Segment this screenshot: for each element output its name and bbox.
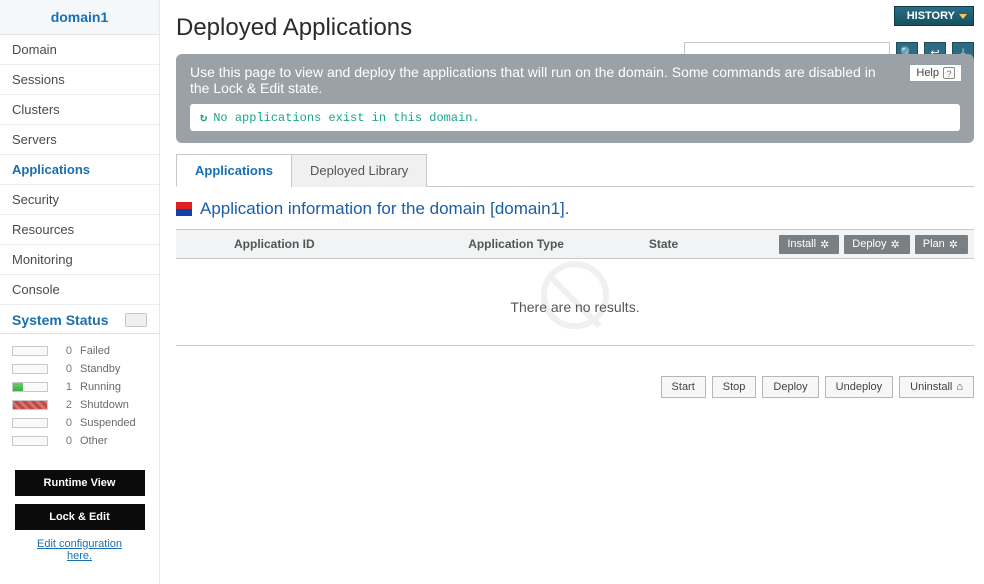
empty-text: There are no results. [510, 299, 639, 315]
gear-icon: ✲ [820, 238, 829, 251]
sidebar-item-monitoring[interactable]: Monitoring [0, 245, 159, 275]
th-application-type: Application Type [458, 230, 639, 258]
status-row-suspended: 0 Suspended [0, 414, 159, 432]
footer-actions: Start Stop Deploy Undeploy Uninstall ⌂ [170, 346, 984, 398]
uninstall-icon: ⌂ [956, 381, 963, 393]
stop-button[interactable]: Stop [712, 376, 757, 398]
sidebar-buttons: Runtime View Lock & Edit Edit configurat… [0, 458, 159, 568]
tab-applications[interactable]: Applications [176, 154, 292, 187]
page-title: Deployed Applications [170, 0, 984, 48]
sidebar-item-console[interactable]: Console [0, 275, 159, 305]
status-row-failed: 0 Failed [0, 342, 159, 360]
sidebar-nav: Domain Sessions Clusters Servers Applica… [0, 35, 159, 305]
status-bar-icon [12, 364, 48, 374]
section-title: Application information for the domain [… [200, 199, 569, 219]
sidebar-item-sessions[interactable]: Sessions [0, 65, 159, 95]
th-state: State [639, 230, 779, 258]
install-label: Install [787, 238, 816, 250]
status-bar-icon [12, 418, 48, 428]
section-header: Application information for the domain [… [170, 187, 984, 225]
status-bar-icon [12, 400, 48, 410]
sidebar: domain1 Domain Sessions Clusters Servers… [0, 0, 160, 584]
applications-table: Application ID Application Type State In… [176, 229, 974, 346]
banner-note-text: No applications exist in this domain. [213, 111, 479, 125]
monitor-icon [125, 313, 147, 327]
help-button[interactable]: Help ? [909, 64, 962, 82]
th-select [176, 237, 224, 251]
status-row-other: 0 Other [0, 432, 159, 450]
refresh-icon: ↻ [200, 110, 207, 125]
gear-icon: ✲ [949, 238, 958, 251]
sidebar-item-clusters[interactable]: Clusters [0, 95, 159, 125]
sidebar-item-domain[interactable]: Domain [0, 35, 159, 65]
status-count: 0 [56, 345, 72, 357]
runtime-view-button[interactable]: Runtime View [15, 470, 145, 496]
start-button[interactable]: Start [661, 376, 706, 398]
th-application-id: Application ID [224, 230, 458, 258]
status-label: Suspended [80, 417, 136, 429]
status-row-shutdown: 2 Shutdown [0, 396, 159, 414]
sidebar-item-security[interactable]: Security [0, 185, 159, 215]
undeploy-button[interactable]: Undeploy [825, 376, 893, 398]
status-label: Failed [80, 345, 110, 357]
status-label: Shutdown [80, 399, 129, 411]
uninstall-button[interactable]: Uninstall ⌂ [899, 376, 974, 398]
main: HISTORY Deployed Applications 🔍 ↩ ⤓ Help… [160, 0, 984, 584]
system-status-label: System Status [12, 312, 108, 328]
status-count: 0 [56, 363, 72, 375]
banner-text: Use this page to view and deploy the app… [190, 64, 960, 96]
help-icon: ? [943, 67, 955, 79]
status-label: Standby [80, 363, 120, 375]
deploy-button[interactable]: Deploy [762, 376, 818, 398]
status-label: Other [80, 435, 108, 447]
lock-edit-button[interactable]: Lock & Edit [15, 504, 145, 530]
ghost-circle-icon [541, 261, 609, 329]
gear-icon: ✲ [891, 238, 900, 251]
tab-deployed-library[interactable]: Deployed Library [291, 154, 427, 187]
empty-state: There are no results. [176, 259, 974, 346]
status-row-running: 1 Running [0, 378, 159, 396]
status-count: 2 [56, 399, 72, 411]
status-bar-icon [12, 346, 48, 356]
th-actions: Install ✲ Deploy ✲ Plan ✲ [779, 235, 974, 254]
history-button[interactable]: HISTORY [894, 6, 974, 26]
system-status-list: 0 Failed 0 Standby 1 Running 2 Shutdown … [0, 334, 159, 458]
uninstall-label: Uninstall [910, 381, 952, 393]
system-status-header: System Status [0, 305, 159, 334]
help-label: Help [916, 67, 939, 79]
sidebar-item-servers[interactable]: Servers [0, 125, 159, 155]
plan-button[interactable]: Plan ✲ [915, 235, 968, 254]
status-count: 0 [56, 435, 72, 447]
deploy-header-button[interactable]: Deploy ✲ [844, 235, 909, 254]
status-row-standby: 0 Standby [0, 360, 159, 378]
install-button[interactable]: Install ✲ [779, 235, 839, 254]
edit-config-link[interactable]: Edit configuration here. [14, 538, 145, 562]
sidebar-title: domain1 [0, 0, 159, 35]
status-count: 1 [56, 381, 72, 393]
flag-icon [176, 202, 192, 216]
sidebar-item-resources[interactable]: Resources [0, 215, 159, 245]
sidebar-item-applications[interactable]: Applications [0, 155, 159, 185]
status-bar-icon [12, 382, 48, 392]
table-header: Application ID Application Type State In… [176, 229, 974, 259]
plan-label: Plan [923, 238, 945, 250]
info-banner: Help ? Use this page to view and deploy … [176, 54, 974, 143]
deploy-label: Deploy [852, 238, 886, 250]
status-label: Running [80, 381, 121, 393]
status-count: 0 [56, 417, 72, 429]
tabs: Applications Deployed Library [176, 153, 974, 187]
status-bar-icon [12, 436, 48, 446]
banner-note: ↻ No applications exist in this domain. [190, 104, 960, 131]
